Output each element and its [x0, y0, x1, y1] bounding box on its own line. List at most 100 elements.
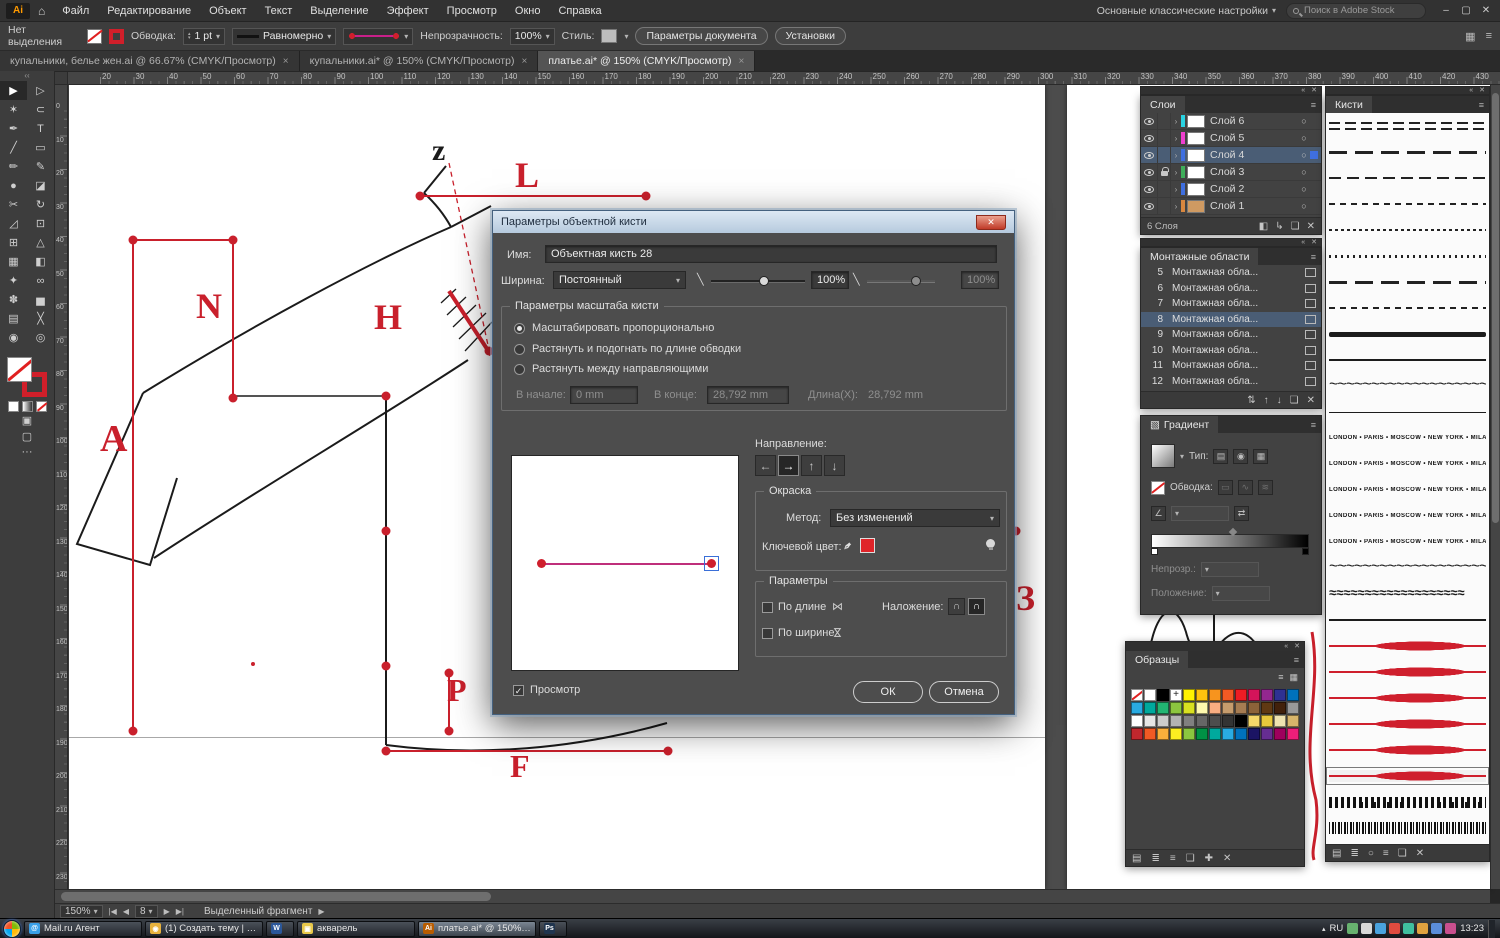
taskbar-button[interactable]: ◉ (1) Создать тему | Ф...: [145, 921, 263, 937]
linear-gradient-icon[interactable]: ▤: [1213, 449, 1228, 464]
swatch[interactable]: [1287, 689, 1299, 701]
tray-icon[interactable]: [1375, 923, 1386, 934]
delete-swatch-icon[interactable]: ✕: [1223, 853, 1231, 864]
overlap-off-icon[interactable]: ∩: [948, 598, 965, 615]
brush-item[interactable]: [1326, 685, 1489, 711]
gradient-midpoint[interactable]: [1229, 528, 1237, 536]
panel-menu-icon[interactable]: ≡: [1474, 96, 1489, 113]
mesh-tool[interactable]: ▦: [0, 252, 27, 271]
tab-gradient[interactable]: ▧Градиент: [1141, 416, 1218, 433]
stroke-width-field[interactable]: ▴▾1 pt▾: [183, 28, 225, 45]
move-down-icon[interactable]: ↓: [1277, 395, 1282, 406]
artboard-row[interactable]: 8 Монтажная обла...: [1141, 312, 1321, 328]
artboard-name[interactable]: Монтажная обла...: [1172, 283, 1305, 294]
close-panel-icon[interactable]: ✕: [1294, 643, 1300, 650]
flip-along-checkbox[interactable]: [762, 602, 773, 613]
radial-gradient-icon[interactable]: ◉: [1233, 449, 1248, 464]
zoom-level-field[interactable]: 150%▾: [60, 905, 103, 918]
layer-name[interactable]: Слой 6: [1210, 115, 1298, 127]
swatch-libraries-icon[interactable]: ▤: [1132, 853, 1141, 864]
new-sublayer-icon[interactable]: ↳: [1275, 221, 1283, 232]
slice-tool[interactable]: ╳: [27, 309, 54, 328]
brush-item[interactable]: LONDON • PARIS • MOSCOW • NEW YORK • MIL…: [1326, 451, 1489, 477]
taskbar-button[interactable]: Ps: [539, 921, 567, 937]
grid-view-icon[interactable]: ▦: [1289, 672, 1298, 683]
expand-icon[interactable]: ›: [1171, 185, 1181, 194]
collapse-dock-icon[interactable]: «: [1301, 239, 1305, 246]
status-menu-icon[interactable]: ▶: [318, 907, 324, 916]
swatch[interactable]: [1157, 715, 1169, 727]
width-slider[interactable]: [711, 280, 805, 283]
menu-item[interactable]: Окно: [506, 0, 550, 22]
close-panel-icon[interactable]: ✕: [1479, 87, 1485, 94]
brush-item[interactable]: [1326, 763, 1489, 789]
tray-icon[interactable]: [1403, 923, 1414, 934]
document-setup-button[interactable]: Параметры документа: [635, 27, 767, 45]
swatch-options-icon[interactable]: ≡: [1170, 853, 1176, 864]
angle-field[interactable]: ▾: [1171, 506, 1229, 521]
target-circle-icon[interactable]: ○: [1298, 167, 1310, 177]
layer-name[interactable]: Слой 1: [1210, 200, 1298, 212]
screen-mode-button[interactable]: ▢: [0, 428, 54, 444]
list-view-icon[interactable]: ≡: [1278, 672, 1283, 683]
close-icon[interactable]: ×: [521, 56, 527, 67]
direction-down-button[interactable]: ↓: [824, 455, 845, 476]
collapse-dock-icon[interactable]: «: [1301, 87, 1305, 94]
lock-toggle[interactable]: [1158, 130, 1171, 146]
rectangle-tool[interactable]: ▭: [27, 138, 54, 157]
workspace-switcher[interactable]: Основные классические настройки▾: [1097, 5, 1276, 17]
brush-item[interactable]: [1326, 347, 1489, 373]
swatch[interactable]: [1196, 702, 1208, 714]
collapse-dock-icon[interactable]: «: [1469, 87, 1473, 94]
direction-right-button[interactable]: →: [778, 455, 799, 476]
brush-preview[interactable]: [511, 455, 739, 671]
app-logo-icon[interactable]: Ai: [6, 3, 30, 19]
new-brush-icon[interactable]: ❏: [1398, 848, 1407, 859]
swatch[interactable]: [1183, 689, 1195, 701]
artboard-number-field[interactable]: 8▾: [135, 905, 158, 918]
collapse-dock-icon[interactable]: «: [1284, 643, 1288, 650]
rotate-tool[interactable]: ↻: [27, 195, 54, 214]
swatch[interactable]: [1144, 702, 1156, 714]
document-tab[interactable]: платье.ai* @ 150% (CMYK/Просмотр) ×: [538, 51, 755, 71]
panel-menu-icon[interactable]: ≡: [1306, 248, 1321, 265]
artboard-name[interactable]: Монтажная обла...: [1172, 329, 1305, 340]
artboard-name[interactable]: Монтажная обла...: [1172, 298, 1305, 309]
artboard-name[interactable]: Монтажная обла...: [1172, 267, 1305, 278]
stretch-between-guides-radio[interactable]: [514, 364, 525, 375]
visibility-toggle[interactable]: [1141, 130, 1158, 146]
brush-item[interactable]: [1326, 243, 1489, 269]
swatch[interactable]: [1235, 715, 1247, 727]
swatch[interactable]: [1274, 715, 1286, 727]
vertical-scroll-thumb[interactable]: [1492, 93, 1499, 523]
free-transform-tool[interactable]: ⊡: [27, 214, 54, 233]
tray-icon[interactable]: [1445, 923, 1456, 934]
menu-item[interactable]: Справка: [549, 0, 610, 22]
prev-artboard-button[interactable]: ◀: [123, 907, 129, 916]
layer-name[interactable]: Слой 5: [1210, 132, 1298, 144]
artboard-icon[interactable]: [1305, 346, 1316, 355]
swatch[interactable]: [1170, 689, 1182, 701]
lock-toggle[interactable]: [1158, 113, 1171, 129]
draw-mode-button[interactable]: ▣: [0, 412, 54, 428]
brush-item[interactable]: [1326, 815, 1489, 841]
opacity-field[interactable]: 100%▾: [510, 28, 555, 45]
swatch-kinds-icon[interactable]: ≣: [1151, 853, 1159, 864]
brush-item[interactable]: [1326, 139, 1489, 165]
swatch[interactable]: [1170, 702, 1182, 714]
home-icon[interactable]: ⌂: [30, 4, 53, 18]
brush-item[interactable]: [1326, 737, 1489, 763]
swatch[interactable]: [1274, 689, 1286, 701]
gradient-button[interactable]: [22, 401, 33, 412]
none-button[interactable]: [36, 401, 47, 412]
fill-color-control[interactable]: [87, 29, 102, 44]
magic-wand-tool[interactable]: ✶: [0, 100, 27, 119]
swatch[interactable]: [1274, 728, 1286, 740]
symbol-sprayer-tool[interactable]: ✽: [0, 290, 27, 309]
brush-definition-dropdown[interactable]: ▾: [343, 28, 413, 45]
tab-swatches[interactable]: Образцы: [1126, 651, 1188, 668]
scale-proportional-radio[interactable]: [514, 323, 525, 334]
paintbrush-tool[interactable]: ✏: [0, 157, 27, 176]
brush-item[interactable]: [1326, 581, 1489, 607]
last-artboard-button[interactable]: ▶|: [176, 907, 184, 916]
